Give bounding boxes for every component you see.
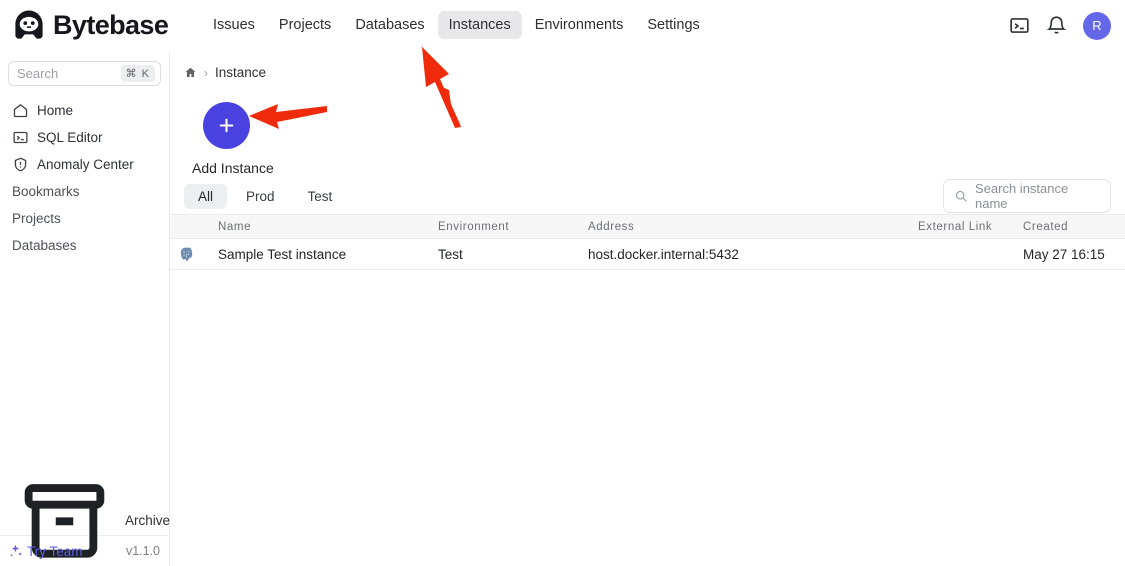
sidebar-footer: Archive Try Team v1.1.0 <box>0 484 170 566</box>
cell-instance-name[interactable]: Sample Test instance <box>218 247 438 262</box>
sidebar-item-anomaly-center[interactable]: Anomaly Center <box>0 151 169 178</box>
sidebar-item-sql-editor[interactable]: SQL Editor <box>0 124 169 151</box>
sidebar-item-label: Projects <box>12 211 61 226</box>
terminal-icon <box>13 131 28 144</box>
search-placeholder: Search <box>17 66 59 81</box>
home-icon <box>13 104 28 118</box>
sidebar-nav: Home SQL Editor Anomaly Center Bookmarks… <box>0 97 169 259</box>
header-cell-created: Created <box>1023 220 1069 233</box>
sidebar-item-label: Anomaly Center <box>37 157 134 172</box>
main-content: › Instance Add Instance All Prod Test Se… <box>170 51 1125 566</box>
nav-item-projects[interactable]: Projects <box>268 11 342 39</box>
tab-prod[interactable]: Prod <box>232 184 289 209</box>
breadcrumb-current: Instance <box>215 65 267 80</box>
tab-all[interactable]: All <box>184 183 228 209</box>
primary-nav: Issues Projects Databases Instances Envi… <box>202 11 711 39</box>
brand-name: Bytebase <box>53 9 169 40</box>
plus-icon <box>219 118 234 133</box>
shield-alert-icon <box>14 157 27 172</box>
instances-table: Name Environment Address External Link C… <box>170 214 1125 270</box>
sidebar-search-input[interactable]: Search ⌘ K <box>8 61 161 86</box>
add-instance-button[interactable] <box>203 102 250 149</box>
table-header-row: Name Environment Address External Link C… <box>170 214 1125 239</box>
sidebar-item-databases[interactable]: Databases <box>0 232 169 259</box>
terminal-icon[interactable] <box>1009 15 1030 36</box>
header-cell-address: Address <box>588 220 635 233</box>
sidebar-item-bookmarks[interactable]: Bookmarks <box>0 178 169 205</box>
sidebar-item-home[interactable]: Home <box>0 97 169 124</box>
sidebar-item-label: Databases <box>12 238 77 253</box>
app-version: v1.1.0 <box>125 544 160 558</box>
sidebar-item-label: Archive <box>124 513 170 528</box>
sidebar-item-label: Home <box>37 103 74 118</box>
filter-row: All Prod Test Search instance name <box>170 173 1125 219</box>
sparkle-icon <box>10 544 23 557</box>
bytebase-logo-icon <box>15 10 43 39</box>
nav-item-instances[interactable]: Instances <box>437 11 522 39</box>
header-cell-name: Name <box>218 220 252 233</box>
sidebar-item-label: Bookmarks <box>12 184 80 199</box>
cell-engine-icon <box>170 246 218 263</box>
cell-created: May 27 16:15 <box>1023 246 1105 262</box>
sidebar-item-label: SQL Editor <box>37 130 103 145</box>
app-root: Bytebase Issues Projects Databases Insta… <box>0 0 1125 566</box>
sidebar-item-archive[interactable]: Archive <box>0 484 170 558</box>
user-avatar[interactable]: R <box>1083 11 1111 40</box>
environment-tabs: All Prod Test <box>184 183 347 209</box>
search-shortcut-badge: ⌘ K <box>120 65 155 82</box>
add-instance-block: Add Instance <box>192 102 312 176</box>
sidebar-item-projects[interactable]: Projects <box>0 205 169 232</box>
try-team-label: Try Team <box>27 543 83 559</box>
search-icon <box>955 190 967 202</box>
cell-address: host.docker.internal:5432 <box>588 246 739 262</box>
breadcrumb: › Instance <box>170 51 1125 80</box>
header-cell-environment: Environment <box>438 220 510 233</box>
cell-environment: Test <box>438 246 463 262</box>
nav-item-issues[interactable]: Issues <box>202 11 266 39</box>
instance-search-input[interactable]: Search instance name <box>943 179 1111 213</box>
tab-test[interactable]: Test <box>294 184 347 209</box>
home-icon[interactable] <box>184 66 197 79</box>
nav-item-environments[interactable]: Environments <box>524 11 635 39</box>
header-cell-external-link: External Link <box>918 220 993 233</box>
table-row[interactable]: Sample Test instance Test host.docker.in… <box>170 239 1125 270</box>
brand-logo[interactable]: Bytebase <box>12 8 172 42</box>
header-actions: R <box>1009 0 1111 51</box>
postgresql-elephant-icon <box>180 247 193 261</box>
nav-item-settings[interactable]: Settings <box>636 11 710 39</box>
bell-icon[interactable] <box>1046 15 1067 36</box>
top-header: Bytebase Issues Projects Databases Insta… <box>0 0 1125 51</box>
left-sidebar: Search ⌘ K Home SQL Editor Anomaly Cente… <box>0 51 170 566</box>
nav-item-databases[interactable]: Databases <box>344 11 435 39</box>
instance-search-placeholder: Search instance name <box>975 181 1069 211</box>
breadcrumb-separator: › <box>204 65 208 80</box>
